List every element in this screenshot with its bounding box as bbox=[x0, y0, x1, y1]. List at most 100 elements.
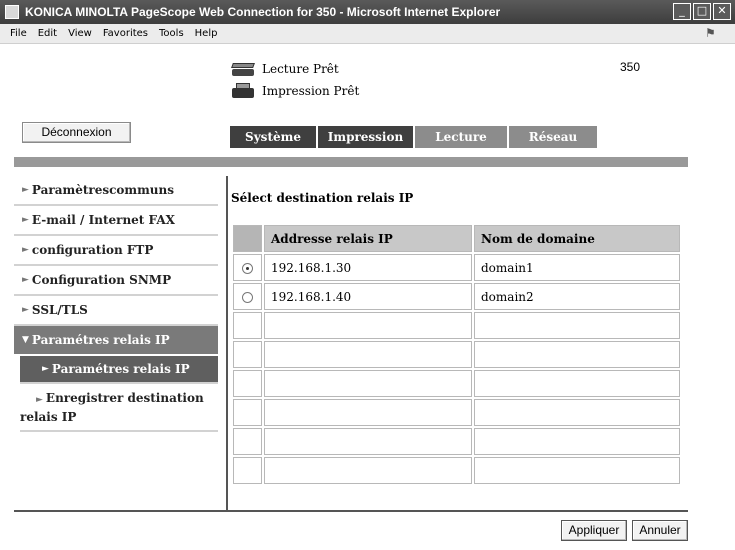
scanner-icon bbox=[230, 60, 256, 78]
empty-cell bbox=[233, 370, 262, 397]
sidebar-subitem-label-line2: relais IP bbox=[20, 410, 77, 424]
tab-lecture[interactable]: Lecture bbox=[415, 126, 509, 148]
empty-cell bbox=[474, 399, 680, 426]
empty-cell bbox=[474, 341, 680, 368]
close-button[interactable]: ✕ bbox=[713, 3, 731, 20]
device-status: Lecture Prêt Impression Prêt bbox=[230, 58, 359, 102]
empty-table-row bbox=[233, 370, 680, 397]
empty-cell bbox=[264, 312, 472, 339]
menu-favorites[interactable]: Favorites bbox=[103, 28, 148, 39]
select-column-header bbox=[233, 225, 262, 252]
tab-impression[interactable]: Impression bbox=[318, 126, 415, 148]
triangle-right-icon: ► bbox=[36, 395, 43, 405]
content-divider bbox=[226, 176, 228, 510]
window-controls: _ □ ✕ bbox=[673, 3, 731, 20]
sidebar-item-label: E-mail / Internet FAX bbox=[31, 213, 175, 227]
relay-destination-table: Addresse relais IP Nom de domaine 192.16… bbox=[231, 223, 682, 486]
empty-table-row bbox=[233, 341, 680, 368]
triangle-right-icon: ► bbox=[22, 275, 29, 285]
print-status: Impression Prêt bbox=[262, 84, 360, 98]
apply-button[interactable]: Appliquer bbox=[561, 520, 627, 541]
table-row: 192.168.1.30 domain1 bbox=[233, 254, 680, 281]
empty-cell bbox=[264, 457, 472, 484]
title-bar: KONICA MINOLTA PageScope Web Connection … bbox=[0, 0, 735, 24]
menu-tools[interactable]: Tools bbox=[159, 28, 184, 39]
maximize-button[interactable]: □ bbox=[693, 3, 711, 20]
sidebar-item-parametres-communs[interactable]: ► Paramètrescommuns bbox=[14, 176, 218, 206]
table-header-row: Addresse relais IP Nom de domaine bbox=[233, 225, 680, 252]
sidebar-item-snmp[interactable]: ► Configuration SNMP bbox=[14, 266, 218, 296]
empty-table-row bbox=[233, 457, 680, 484]
minimize-button[interactable]: _ bbox=[673, 3, 691, 20]
domain-cell: domain2 bbox=[474, 283, 680, 310]
sidebar-item-label: SSL/TLS bbox=[31, 303, 88, 317]
sidebar-subitem-label: Paramétres relais IP bbox=[51, 362, 190, 376]
sidebar-item-label: Paramètrescommuns bbox=[31, 183, 174, 197]
print-status-row: Impression Prêt bbox=[230, 80, 359, 102]
empty-cell bbox=[233, 457, 262, 484]
empty-table-row bbox=[233, 428, 680, 455]
domain-column-header: Nom de domaine bbox=[474, 225, 680, 252]
ip-cell: 192.168.1.30 bbox=[264, 254, 472, 281]
empty-cell bbox=[474, 457, 680, 484]
window-title: KONICA MINOLTA PageScope Web Connection … bbox=[25, 5, 501, 19]
sidebar-item-relais-ip[interactable]: ▼ Paramétres relais IP bbox=[14, 326, 218, 356]
menu-view[interactable]: View bbox=[68, 28, 92, 39]
table-row: 192.168.1.40 domain2 bbox=[233, 283, 680, 310]
empty-cell bbox=[264, 370, 472, 397]
sidebar-subitem-label-line1: Enregistrer destination bbox=[45, 391, 204, 405]
sidebar-item-label: Configuration SNMP bbox=[31, 273, 172, 287]
empty-cell bbox=[233, 312, 262, 339]
sidebar: ► Paramètrescommuns ► E-mail / Internet … bbox=[14, 176, 218, 432]
sidebar-item-email-fax[interactable]: ► E-mail / Internet FAX bbox=[14, 206, 218, 236]
triangle-right-icon: ► bbox=[22, 185, 29, 195]
empty-cell bbox=[264, 428, 472, 455]
main-tabs: Système Impression Lecture Réseau bbox=[230, 126, 599, 148]
sidebar-subitem-parametres-relais-ip[interactable]: ► Paramétres relais IP bbox=[20, 356, 218, 384]
printer-icon bbox=[230, 82, 256, 100]
ip-cell: 192.168.1.40 bbox=[264, 283, 472, 310]
select-cell bbox=[233, 254, 262, 281]
sidebar-item-label: configuration FTP bbox=[31, 243, 154, 257]
empty-table-row bbox=[233, 399, 680, 426]
empty-table-row bbox=[233, 312, 680, 339]
sidebar-item-ssl-tls[interactable]: ► SSL/TLS bbox=[14, 296, 218, 326]
ip-column-header: Addresse relais IP bbox=[264, 225, 472, 252]
select-cell bbox=[233, 283, 262, 310]
triangle-down-icon: ▼ bbox=[22, 335, 29, 345]
empty-cell bbox=[474, 312, 680, 339]
cancel-button[interactable]: Annuler bbox=[632, 520, 688, 541]
sidebar-subitem-enregistrer-destination[interactable]: ► Enregistrer destination relais IP bbox=[20, 384, 218, 432]
windows-logo-icon: ⚑ bbox=[705, 26, 716, 40]
empty-cell bbox=[233, 341, 262, 368]
menu-bar: File Edit View Favorites Tools Help ⚑ bbox=[0, 24, 735, 44]
page-title: Sélect destination relais IP bbox=[231, 191, 414, 205]
ie-app-icon bbox=[5, 5, 19, 19]
destination-radio-2[interactable] bbox=[242, 291, 253, 303]
triangle-right-icon: ► bbox=[42, 364, 49, 374]
empty-cell bbox=[233, 428, 262, 455]
sidebar-item-label: Paramétres relais IP bbox=[31, 333, 170, 347]
empty-cell bbox=[264, 341, 472, 368]
sidebar-item-ftp[interactable]: ► configuration FTP bbox=[14, 236, 218, 266]
domain-cell: domain1 bbox=[474, 254, 680, 281]
menu-edit[interactable]: Edit bbox=[38, 28, 57, 39]
logout-button[interactable]: Déconnexion bbox=[22, 122, 131, 143]
model-number: 350 bbox=[620, 60, 641, 74]
menu-file[interactable]: File bbox=[10, 28, 27, 39]
empty-cell bbox=[233, 399, 262, 426]
destination-radio-1[interactable] bbox=[242, 262, 253, 274]
tab-systeme[interactable]: Système bbox=[230, 126, 318, 148]
footer-divider bbox=[14, 510, 688, 512]
header-separator bbox=[14, 157, 688, 167]
scan-status: Lecture Prêt bbox=[262, 62, 339, 76]
empty-cell bbox=[474, 428, 680, 455]
empty-cell bbox=[264, 399, 472, 426]
scan-status-row: Lecture Prêt bbox=[230, 58, 359, 80]
triangle-right-icon: ► bbox=[22, 245, 29, 255]
menu-help[interactable]: Help bbox=[195, 28, 218, 39]
triangle-right-icon: ► bbox=[22, 215, 29, 225]
empty-cell bbox=[474, 370, 680, 397]
triangle-right-icon: ► bbox=[22, 305, 29, 315]
tab-reseau[interactable]: Réseau bbox=[509, 126, 599, 148]
